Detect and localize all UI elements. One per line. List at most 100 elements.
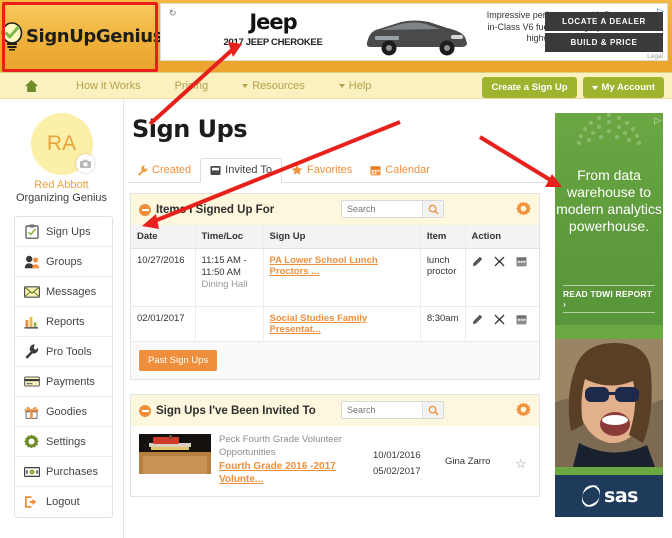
sidebar-item-pro-tools[interactable]: Pro Tools	[15, 337, 112, 367]
star-outline-icon[interactable]: ☆	[511, 434, 531, 472]
read-tdwi-report-link[interactable]: READ TDWI REPORT ›	[563, 285, 655, 313]
sidebar-item-sign-ups[interactable]: Sign Ups	[15, 217, 112, 247]
items-signed-up-panel: Items I Signed Up For Search Date Time/L…	[130, 193, 540, 380]
page-title: Sign Ups	[132, 115, 248, 143]
sidebar-item-label: Purchases	[46, 465, 98, 478]
panel-settings-button[interactable]	[516, 402, 531, 422]
tab-created[interactable]: Created	[128, 159, 200, 182]
calendar-icon[interactable]	[516, 256, 527, 267]
table-header-row: Date Time/Loc Sign Up Item Action	[131, 225, 539, 249]
invited-to-panel: Sign Ups I've Been Invited To Search Pec…	[130, 394, 540, 497]
cell-sign-up: Social Studies Family Presentat...	[263, 306, 421, 342]
sidebar-item-label: Payments	[46, 375, 95, 388]
create-sign-up-label: Create a Sign Up	[491, 82, 568, 93]
star-icon	[291, 164, 303, 175]
panel-footer: Past Sign Ups	[131, 342, 539, 379]
ad-legal-link[interactable]: Legal	[647, 53, 663, 60]
wrench-icon	[23, 344, 40, 360]
sidebar-item-reports[interactable]: Reports	[15, 307, 112, 337]
list-item-title-link[interactable]: Fourth Grade 2016 -2017 Volunte...	[219, 460, 373, 486]
cell-time-loc	[195, 306, 264, 342]
locate-dealer-button[interactable]: LOCATE A DEALER	[545, 12, 663, 31]
books-photo	[139, 434, 211, 474]
tab-invited-to[interactable]: Invited To	[200, 158, 283, 183]
panel-header: Sign Ups I've Been Invited To	[131, 395, 539, 426]
create-sign-up-button[interactable]: Create a Sign Up	[482, 77, 577, 98]
cell-item: lunch proctor	[420, 248, 466, 307]
nav-label: Help	[348, 79, 372, 92]
list-item-dates: 10/01/2016 05/02/2017	[373, 434, 445, 480]
ad-choices-icon[interactable]: ▷	[654, 115, 661, 126]
home-icon[interactable]	[24, 79, 42, 93]
signed-up-table: Date Time/Loc Sign Up Item Action 10/27/…	[131, 225, 539, 342]
logo-text: SignUpGenius	[25, 25, 164, 47]
camera-icon[interactable]	[75, 154, 95, 173]
sidebar-item-messages[interactable]: Messages	[15, 277, 112, 307]
tab-label: Calendar	[385, 164, 430, 176]
sidebar-ad-green[interactable]: ▷ From data warehouse to modern analytic…	[555, 113, 663, 325]
pencil-icon[interactable]	[472, 314, 483, 325]
column-sign-up: Sign Up	[263, 225, 421, 249]
sidebar-item-payments[interactable]: Payments	[15, 367, 112, 397]
avatar[interactable]: RA	[30, 113, 95, 175]
sidebar-ad-sas[interactable]: sas	[555, 325, 663, 517]
search-button[interactable]	[422, 201, 443, 217]
tab-label: Created	[152, 164, 192, 176]
sign-up-link[interactable]: PA Lower School Lunch Proctors ...	[270, 255, 378, 277]
search-button[interactable]	[422, 402, 443, 418]
nav-item-how-it-works[interactable]: How it Works	[76, 80, 141, 92]
gear-icon	[516, 402, 531, 417]
cell-date: 02/01/2017	[131, 306, 196, 342]
sidebar-item-label: Groups	[46, 255, 83, 268]
left-sidebar: RA Red Abbott Organizing Genius Sign Ups…	[0, 99, 124, 538]
nav-item-pricing[interactable]: Pricing	[175, 80, 209, 92]
date-end: 05/02/2017	[373, 466, 421, 477]
minus-circle-icon[interactable]	[139, 404, 151, 417]
refresh-icon[interactable]: ↻	[169, 8, 177, 19]
sidebar-menu: Sign Ups Groups Messages Reports Pro Too…	[14, 216, 113, 518]
sidebar-item-goodies[interactable]: Goodies	[15, 397, 112, 427]
panel-search	[341, 200, 444, 218]
sidebar-item-logout[interactable]: Logout	[15, 487, 112, 517]
list-item-subtitle-line2: Opportunities	[219, 446, 276, 458]
site-logo[interactable]: SignUpGenius	[1, 5, 163, 67]
cell-date: 10/27/2016	[131, 248, 196, 307]
search-input[interactable]	[342, 402, 422, 418]
page-root: SignUpGenius ↻ ▷ Jeep 2017 JEEP CHEROKEE	[0, 0, 672, 538]
nav-item-help[interactable]: Help	[338, 79, 372, 92]
nav-label: Resources	[252, 79, 305, 92]
x-icon[interactable]	[494, 256, 505, 267]
nav-action-group: Create a Sign Up My Account	[482, 77, 664, 98]
calendar-icon[interactable]	[516, 314, 527, 325]
tab-calendar[interactable]: Calendar	[361, 159, 439, 182]
minus-circle-icon[interactable]	[139, 203, 151, 216]
list-item-owner: Gina Zarro	[445, 456, 491, 467]
ad-brand-block: Jeep 2017 JEEP CHEROKEE	[203, 10, 343, 48]
search-input[interactable]	[342, 201, 422, 217]
panel-title: Items I Signed Up For	[156, 203, 275, 216]
sidebar-item-purchases[interactable]: Purchases	[15, 457, 112, 487]
sidebar-user-name: Red Abbott	[34, 179, 89, 191]
gift-icon	[23, 404, 40, 420]
table-row: 10/27/2016 11:15 AM - 11:50 AM Dining Ha…	[131, 248, 539, 307]
panel-settings-button[interactable]	[516, 201, 531, 221]
panel-header: Items I Signed Up For	[131, 194, 539, 225]
tab-favorites[interactable]: Favorites	[282, 159, 361, 182]
top-banner-ad[interactable]: ↻ ▷ Jeep 2017 JEEP CHEROKEE Impressive p…	[160, 3, 668, 61]
pencil-icon[interactable]	[472, 256, 483, 267]
build-price-button[interactable]: BUILD & PRICE	[545, 33, 663, 52]
x-icon[interactable]	[494, 314, 505, 325]
sidebar-item-label: Messages	[46, 285, 97, 298]
sidebar-item-label: Sign Ups	[46, 225, 91, 238]
date-start: 10/01/2016	[373, 450, 421, 461]
sidebar-item-groups[interactable]: Groups	[15, 247, 112, 277]
list-item: Peck Fourth Grade Volunteer Opportunitie…	[131, 426, 539, 496]
sidebar-item-settings[interactable]: Settings	[15, 427, 112, 457]
nav-label: Pricing	[174, 79, 209, 92]
sas-divider	[555, 467, 663, 475]
sign-up-link[interactable]: Social Studies Family Presentat...	[270, 313, 368, 335]
my-account-button[interactable]: My Account	[582, 77, 664, 98]
past-sign-ups-button[interactable]: Past Sign Ups	[139, 350, 218, 371]
jeep-vehicle-photo	[351, 9, 481, 57]
nav-item-resources[interactable]: Resources	[242, 80, 305, 92]
